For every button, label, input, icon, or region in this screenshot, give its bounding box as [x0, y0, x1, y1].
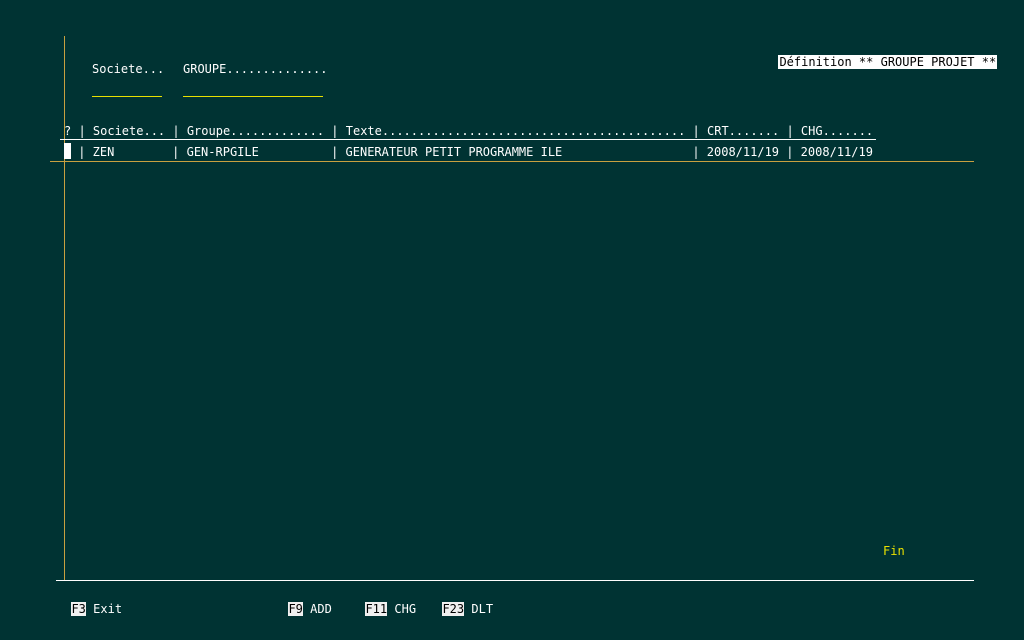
filter-societe-label: Societe...	[92, 62, 165, 76]
screen-title: Définition ** GROUPE PROJET **	[764, 38, 998, 70]
fkey-f9-key: F9	[288, 602, 303, 616]
fkey-f9-label: ADD	[310, 602, 332, 616]
fkey-f3-label: Exit	[93, 602, 123, 616]
table-bottom-divider	[50, 161, 974, 162]
fkey-f11-chg[interactable]: F11 CHG	[351, 585, 416, 617]
filter-groupe-underline	[183, 96, 323, 97]
fkey-f23-dlt[interactable]: F23 DLT	[428, 585, 493, 617]
end-of-list-marker: Fin	[883, 544, 905, 558]
table-header: ? | Societe... | Groupe............. | T…	[64, 124, 874, 138]
fkey-f23-label: DLT	[471, 602, 494, 616]
row-select-cursor[interactable]	[64, 143, 71, 159]
screen-title-text: Définition ** GROUPE PROJET **	[778, 55, 998, 69]
fkey-f9-add[interactable]: F9 ADD	[274, 585, 332, 617]
fkey-f3-exit[interactable]: F3 Exit	[57, 585, 122, 617]
filter-groupe-label: GROUPE..............	[183, 62, 328, 76]
table-header-underline	[60, 139, 876, 140]
fkey-f11-label: CHG	[394, 602, 417, 616]
fkey-f3-key: F3	[71, 602, 86, 616]
function-key-divider	[56, 580, 974, 581]
table-row[interactable]: | ZEN | GEN-RPGILE | GENERATEUR PETIT PR…	[71, 144, 873, 160]
filter-societe-underline	[92, 96, 162, 97]
filter-groupe-input[interactable]	[183, 80, 323, 96]
fkey-f23-key: F23	[442, 602, 465, 616]
left-border-line	[64, 36, 65, 580]
fkey-f11-key: F11	[365, 602, 388, 616]
filter-societe-input[interactable]	[92, 80, 162, 96]
